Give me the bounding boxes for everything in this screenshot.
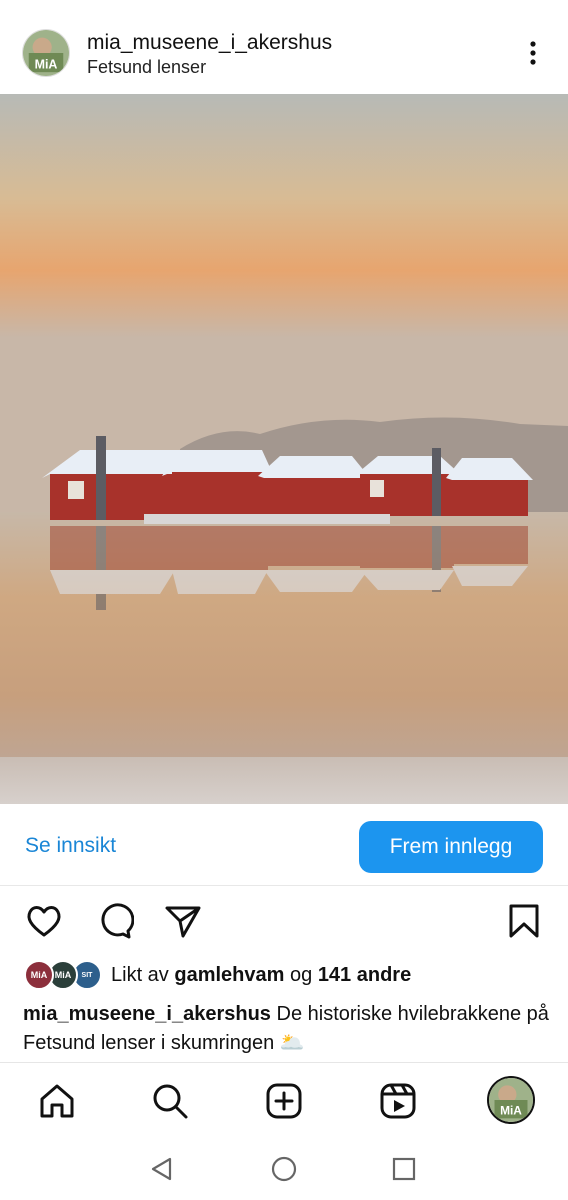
post-header: MiA mia_museene_i_akershus Fetsund lense… [0, 0, 568, 94]
post-caption: mia_museene_i_akershus De historiske hvi… [23, 1000, 551, 1058]
post-actions [0, 893, 568, 951]
likes-others[interactable]: 141 andre [318, 964, 411, 986]
back-icon[interactable] [148, 1155, 176, 1183]
create-icon[interactable] [264, 1081, 304, 1121]
share-icon[interactable] [163, 901, 203, 941]
profile-avatar[interactable]: MiA [487, 1076, 535, 1124]
home-icon[interactable] [37, 1081, 77, 1121]
likes-prefix: Likt av [111, 964, 169, 986]
caption-emoji: 🌥️ [279, 1032, 305, 1054]
recents-icon[interactable] [390, 1155, 418, 1183]
promote-post-button[interactable]: Frem innlegg [359, 821, 543, 873]
likes-joiner: og [290, 964, 313, 986]
more-options-icon[interactable] [518, 38, 548, 68]
liker-avatars[interactable]: MiA MiA SIT [24, 960, 102, 992]
bottom-navigation: MiA [0, 1062, 568, 1138]
account-avatar[interactable]: MiA [22, 29, 70, 77]
likes-user[interactable]: gamlehvam [174, 964, 284, 986]
caption-username[interactable]: mia_museene_i_akershus [23, 1003, 271, 1025]
insight-row: Se innsikt Frem innlegg [0, 804, 568, 886]
bookmark-icon[interactable] [504, 901, 544, 941]
heart-icon[interactable] [24, 901, 64, 941]
post-username[interactable]: mia_museene_i_akershus [87, 31, 332, 55]
likes-summary[interactable]: Likt av gamlehvam og 141 andre [111, 964, 411, 987]
liker-avatar: MiA [24, 960, 54, 990]
avatar-logo-text: MiA [35, 57, 58, 71]
post-location[interactable]: Fetsund lenser [87, 57, 206, 78]
reels-icon[interactable] [378, 1081, 418, 1121]
avatar-logo-text: MiA [500, 1104, 522, 1118]
likes-row: MiA MiA SIT Likt av gamlehvam og 141 and… [0, 958, 568, 994]
search-icon[interactable] [150, 1081, 190, 1121]
view-insights-link[interactable]: Se innsikt [25, 834, 116, 858]
system-navigation [0, 1138, 568, 1200]
comment-icon[interactable] [94, 901, 134, 941]
home-circle-icon[interactable] [270, 1155, 298, 1183]
post-photo[interactable] [0, 94, 568, 804]
